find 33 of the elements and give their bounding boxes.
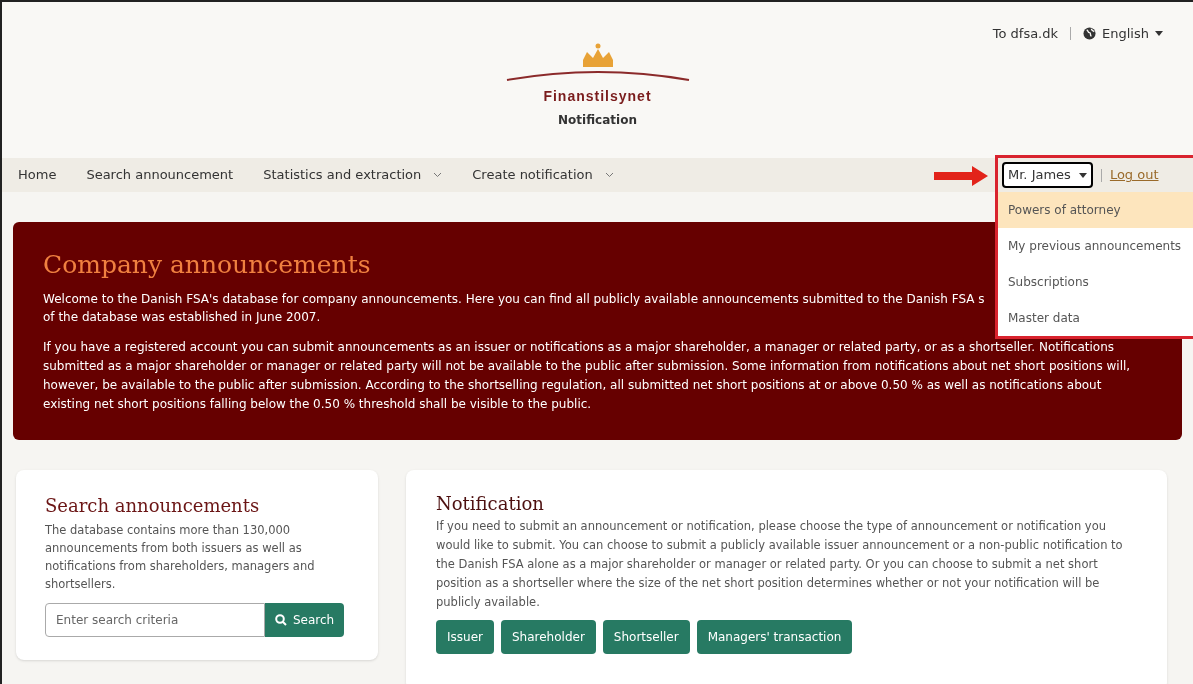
banner-text-line: of the database was established in June 2007. xyxy=(43,308,321,326)
banner-title: Company announcements xyxy=(43,249,371,281)
menu-item[interactable]: Powers of attorney xyxy=(998,192,1193,228)
pointer-arrow-icon xyxy=(934,166,988,186)
notification-type-button[interactable]: Shortseller xyxy=(602,619,690,654)
notification-card-title: Notification xyxy=(436,491,545,516)
notification-card-text: If you need to submit an announcement or notification, please choose the type of announcement or notification you would like to submit. You can choose to submit a publicly available issuer announcement or a non-public notification to the Danish FSA alone as a major shareholder or manager or related party. Or you can choose to submit a net short position as a shortseller where the size of the net short position determines whether or not your notification will be publicly available. xyxy=(436,517,1124,611)
language-button[interactable]: English xyxy=(1083,24,1163,44)
notification-type-button[interactable]: Issuer xyxy=(436,619,494,654)
logout-link[interactable]: Log out xyxy=(1109,165,1159,185)
nav-link[interactable]: Create notification xyxy=(472,165,614,185)
banner-text-line: Welcome to the Danish FSA's database for company announcements. Here you can find all publicly available announcements submitted to the Danish FSA s xyxy=(43,290,985,308)
user-menu-button[interactable]: Mr. James xyxy=(1002,162,1093,188)
globe-icon xyxy=(1083,27,1097,41)
site-link[interactable]: To dfsa.dk xyxy=(992,24,1059,44)
search-icon xyxy=(275,613,287,626)
search-card-text: The database contains more than 130,000 announcements from both issuers as well as notifications from shareholders, managers and shortsellers. xyxy=(45,521,316,593)
nav-link[interactable]: Statistics and extraction xyxy=(263,165,443,185)
app-subtitle: Notification xyxy=(558,112,637,129)
banner-paragraph: If you have a registered account you can submit announcements as an issuer or notifications as a major shareholder, a manager or related party, or as a shortseller. Notifications submitted as a major shareholder or manager or related party will not be available to the public after submission. Some information from notifications about net short positions will, however, be available to the public after submission. According to the shortselling regulation, all submitted net short positions at or above 0.50 % as well as notifications about existing net short positions falling below the 0.50 % threshold shall be visible to the public. xyxy=(43,338,1132,413)
crown-logo-icon xyxy=(504,42,691,82)
chevron-down-icon xyxy=(604,172,614,178)
notification-type-button[interactable]: Shareholder xyxy=(500,619,596,654)
nav-link[interactable]: Search announcement xyxy=(86,165,234,185)
search-card-title: Search announcements xyxy=(45,493,261,518)
nav-link[interactable]: Home xyxy=(18,165,57,185)
notification-type-button[interactable]: Managers' transaction xyxy=(696,619,853,654)
chevron-down-icon xyxy=(433,172,443,178)
logo-wordmark: Finanstilsynet xyxy=(543,87,652,106)
search-input[interactable]: Enter search criteria xyxy=(45,602,265,637)
caret-icon xyxy=(1078,172,1087,178)
search-button[interactable]: Search xyxy=(265,602,345,637)
caret-icon xyxy=(1155,31,1163,37)
